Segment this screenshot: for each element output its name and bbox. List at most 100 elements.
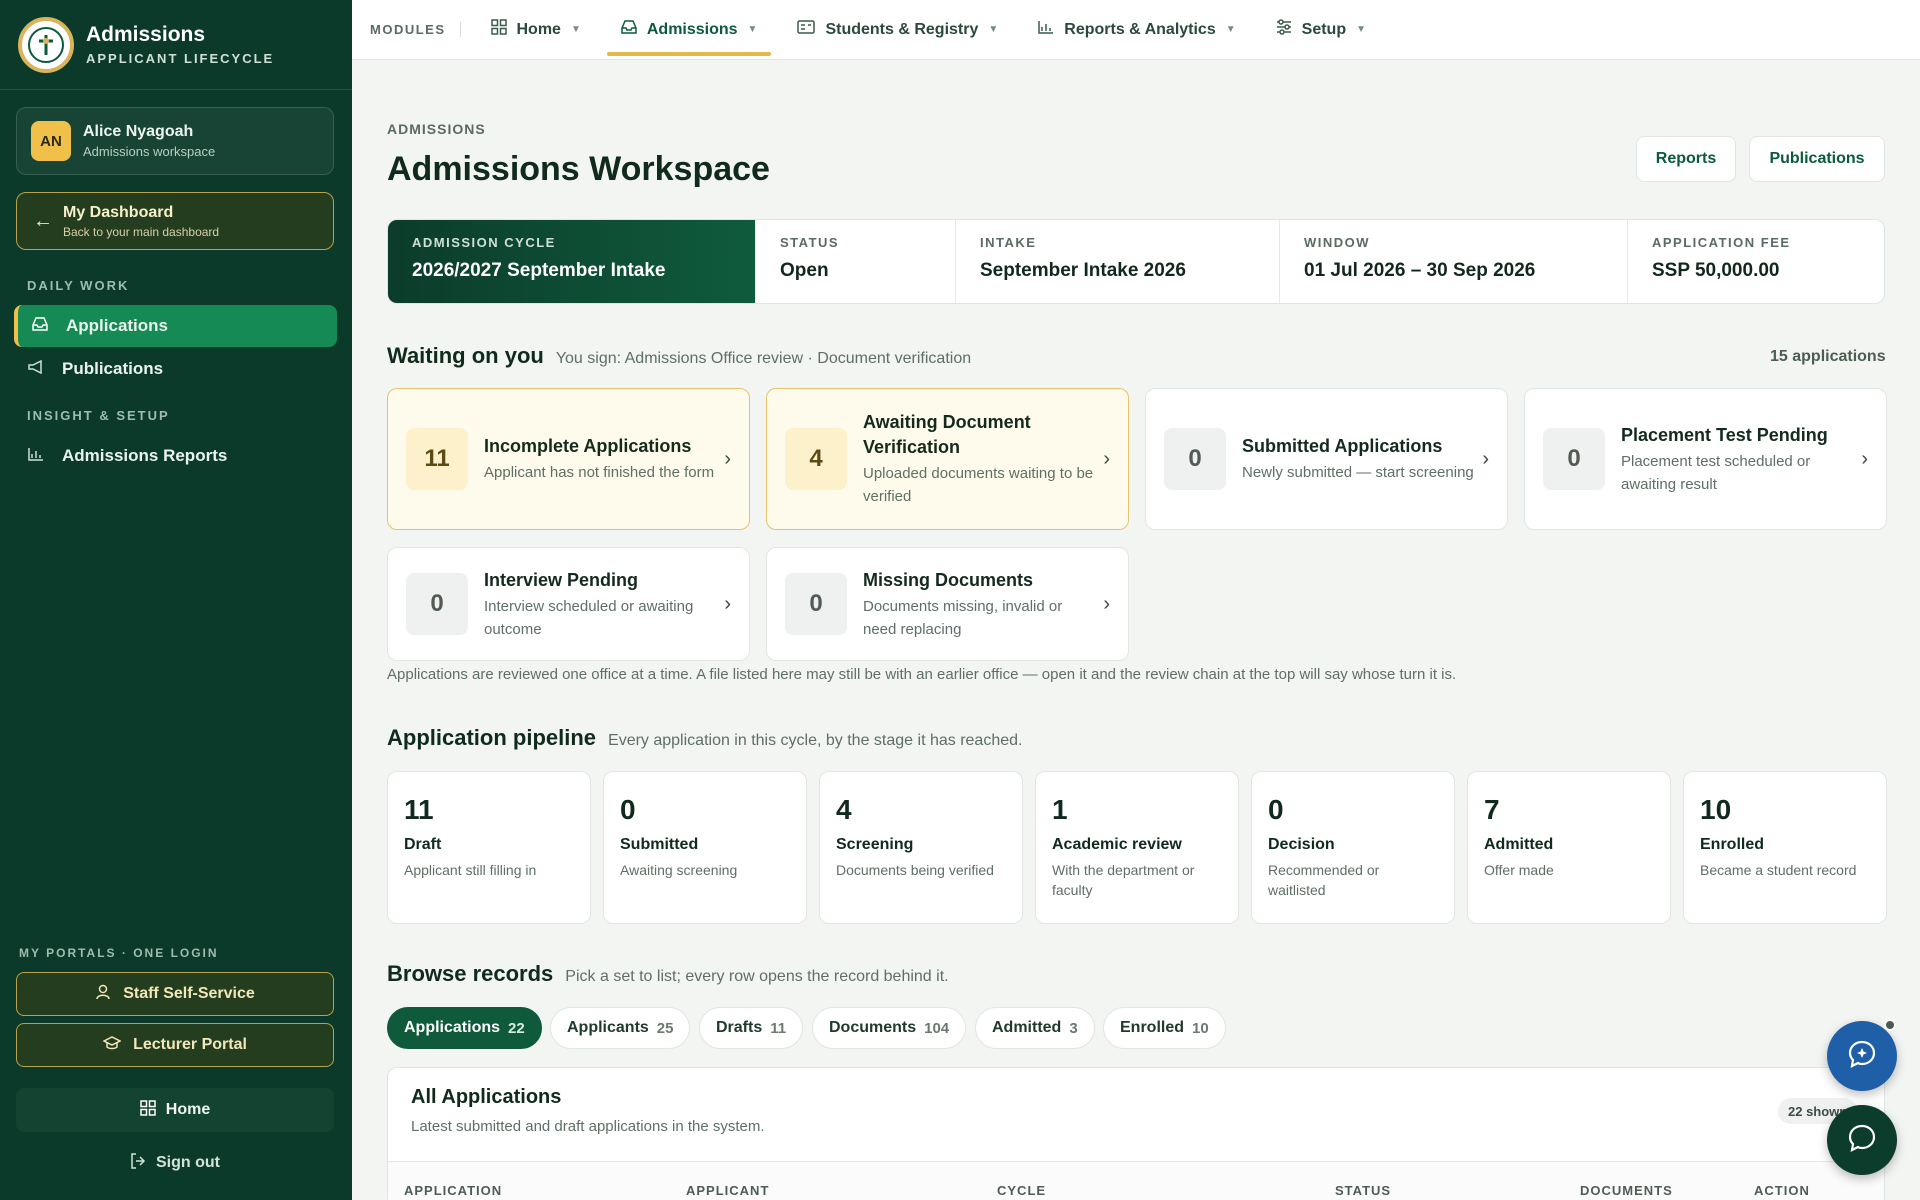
browse-section-title: Browse records Pick a set to list; every … xyxy=(387,961,949,986)
chevron-down-icon: ▼ xyxy=(570,24,581,35)
sign-out-button[interactable]: Sign out xyxy=(16,1150,334,1176)
queue-title: Interview Pending xyxy=(484,569,639,590)
queue-card-missing-documents[interactable]: 0 Missing Documents Documents missing, i… xyxy=(766,547,1129,661)
sidebar-home-button[interactable]: Home xyxy=(16,1088,334,1132)
sidebar-item-applications[interactable]: Applications xyxy=(14,305,337,347)
daily-work-label: DAILY WORK xyxy=(27,278,130,293)
graduation-cap-icon xyxy=(102,1036,122,1054)
tab-documents[interactable]: Documents 104 xyxy=(812,1007,967,1049)
nav-admissions[interactable]: Admissions ▼ xyxy=(605,8,774,56)
publications-button[interactable]: Publications xyxy=(1749,136,1885,182)
modules-label: MODULES xyxy=(370,22,461,37)
queue-card-incomplete[interactable]: 11 Incomplete Applications Applicant has… xyxy=(387,388,750,530)
pipeline-stage-draft[interactable]: 11 Draft Applicant still filling in xyxy=(387,771,591,924)
queue-title: Submitted Applications xyxy=(1242,436,1443,456)
brand-header: Admissions APPLICANT LIFECYCLE xyxy=(0,0,352,90)
sidebar-item-publications[interactable]: Publications xyxy=(14,348,337,390)
cycle-application-fee: APPLICATION FEE SSP 50,000.00 xyxy=(1652,235,1791,281)
grid-icon xyxy=(140,1099,156,1121)
my-portals-label: MY PORTALS · ONE LOGIN xyxy=(19,946,219,960)
avatar: AN xyxy=(31,121,71,161)
tab-enrolled[interactable]: Enrolled 10 xyxy=(1103,1007,1226,1049)
staff-self-service-button[interactable]: Staff Self-Service xyxy=(16,972,334,1016)
ai-assistant-button[interactable] xyxy=(1827,1021,1897,1091)
table-subtitle: Latest submitted and draft applications … xyxy=(411,1118,765,1135)
pipeline-subtitle: Every application in this cycle, by the … xyxy=(608,732,1023,749)
queue-desc: Uploaded documents waiting to be verifie… xyxy=(863,465,1094,505)
my-dashboard-button[interactable]: ← My Dashboard Back to your main dashboa… xyxy=(16,192,334,250)
nav-label: Admissions xyxy=(646,20,738,38)
inbox-icon xyxy=(621,20,637,39)
chevron-right-icon: › xyxy=(724,592,731,615)
portal-label: Lecturer Portal xyxy=(133,1036,247,1053)
pipeline-stage-academic-review[interactable]: 1 Academic review With the department or… xyxy=(1035,771,1239,924)
waiting-section-title: Waiting on you You sign: Admissions Offic… xyxy=(387,343,972,368)
cycle-intake: INTAKE September Intake 2026 xyxy=(956,220,1280,303)
sidebar-item-admissions-reports[interactable]: Admissions Reports xyxy=(14,435,337,477)
sidebar: Admissions APPLICANT LIFECYCLE AN Alice … xyxy=(0,0,352,1200)
browse-subtitle: Pick a set to list; every row opens the … xyxy=(565,968,949,985)
queue-card-interview[interactable]: 0 Interview Pending Interview scheduled … xyxy=(387,547,750,661)
cycle-summary-bar: ADMISSION CYCLE 2026/2027 September Inta… xyxy=(387,219,1885,304)
reports-button[interactable]: Reports xyxy=(1636,136,1736,182)
nav-label: Students & Registry xyxy=(825,20,979,38)
cycle-admission-cycle: ADMISSION CYCLE 2026/2027 September Inta… xyxy=(388,220,756,303)
pipeline-stage-enrolled[interactable]: 10 Enrolled Became a student record xyxy=(1683,771,1887,924)
pipeline-stage-decision[interactable]: 0 Decision Recommended or waitlisted xyxy=(1251,771,1455,924)
nav-students-registry[interactable]: Students & Registry ▼ xyxy=(781,8,1014,52)
megaphone-icon xyxy=(28,359,62,378)
institution-logo xyxy=(18,16,74,73)
sign-out-label: Sign out xyxy=(156,1154,220,1171)
lecturer-portal-button[interactable]: Lecturer Portal xyxy=(16,1023,334,1067)
sparkle-chat-icon xyxy=(1847,1039,1877,1074)
column-header[interactable]: ACTION xyxy=(1754,1183,1810,1198)
column-header[interactable]: CYCLE xyxy=(997,1183,1046,1198)
page-title: Admissions Workspace xyxy=(387,150,770,188)
column-header[interactable]: APPLICATION xyxy=(404,1183,502,1198)
home-label: Home xyxy=(165,1101,211,1118)
queue-title: Incomplete Applications xyxy=(484,436,692,456)
chevron-right-icon: › xyxy=(724,447,731,470)
queue-card-submitted[interactable]: 0 Submitted Applications Newly submitted… xyxy=(1145,388,1508,530)
chevron-down-icon: ▼ xyxy=(747,24,758,35)
pipeline-stage-admitted[interactable]: 7 Admitted Offer made xyxy=(1467,771,1671,924)
queue-card-placement-test[interactable]: 0 Placement Test Pending Placement test … xyxy=(1524,388,1887,530)
notification-dot xyxy=(1884,1019,1896,1031)
tab-applications[interactable]: Applications 22 xyxy=(387,1007,542,1049)
column-header[interactable]: DOCUMENTS xyxy=(1580,1183,1673,1198)
tab-drafts[interactable]: Drafts 11 xyxy=(699,1007,804,1049)
queue-desc: Newly submitted — start screening xyxy=(1242,464,1474,481)
queue-title: Missing Documents xyxy=(863,569,1034,590)
queue-card-awaiting-verification[interactable]: 4 Awaiting Document Verification Uploade… xyxy=(766,388,1129,530)
insight-setup-label: INSIGHT & SETUP xyxy=(27,408,170,423)
column-header[interactable]: APPLICANT xyxy=(686,1183,769,1198)
breadcrumb: ADMISSIONS xyxy=(387,121,486,137)
my-dashboard-title: My Dashboard xyxy=(63,203,174,221)
chevron-down-icon: ▼ xyxy=(1356,24,1366,35)
sidebar-item-label: Applications xyxy=(66,316,169,335)
tab-admitted[interactable]: Admitted 3 xyxy=(975,1007,1095,1049)
nav-home[interactable]: Home ▼ xyxy=(475,8,597,52)
waiting-count: 15 applications xyxy=(1770,348,1886,365)
top-nav: MODULES Home ▼ Admissions ▼ Students & R… xyxy=(352,0,1920,60)
queue-desc: Interview scheduled or awaiting outcome xyxy=(484,597,694,638)
queue-title: Awaiting Document Verification xyxy=(863,412,1031,457)
user-card[interactable]: AN Alice Nyagoah Admissions workspace xyxy=(16,107,334,175)
pipeline-stage-submitted[interactable]: 0 Submitted Awaiting screening xyxy=(603,771,807,924)
table-header: APPLICATION APPLICANT CYCLE STATUS DOCUM… xyxy=(388,1161,1884,1200)
chevron-down-icon: ▼ xyxy=(988,24,999,35)
table-title: All Applications xyxy=(411,1086,562,1108)
column-header[interactable]: STATUS xyxy=(1335,1183,1391,1198)
pipeline-stage-screening[interactable]: 4 Screening Documents being verified xyxy=(819,771,1023,924)
user-workspace: Admissions workspace xyxy=(83,144,216,159)
queue-count: 4 xyxy=(785,428,847,490)
nav-setup[interactable]: Setup ▼ xyxy=(1260,8,1382,52)
queue-title: Placement Test Pending xyxy=(1621,424,1828,445)
cycle-status: STATUS Open xyxy=(756,220,956,303)
review-note: Applications are reviewed one office at … xyxy=(387,666,1457,683)
chat-button[interactable] xyxy=(1827,1105,1897,1175)
chat-icon xyxy=(1847,1123,1877,1158)
nav-reports-analytics[interactable]: Reports & Analytics ▼ xyxy=(1022,8,1251,52)
queue-count: 0 xyxy=(406,573,468,635)
tab-applicants[interactable]: Applicants 25 xyxy=(550,1007,691,1049)
